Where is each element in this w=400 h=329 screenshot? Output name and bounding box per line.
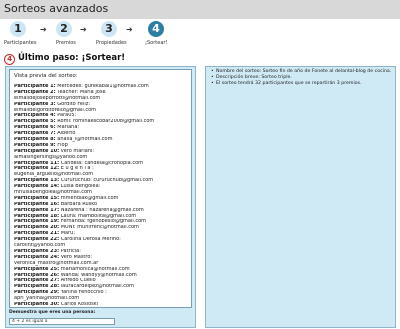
arrow-right-icon: ➔ <box>126 25 133 34</box>
participant-detail: Mercedes: gurekabai1@hotmail.com <box>55 84 149 89</box>
preview-title: Vista previa del sorteo: <box>14 73 78 79</box>
participant-number: Participante 23: <box>14 248 60 254</box>
participant-number: Participante 27: <box>14 278 60 284</box>
participant-detail: elmaildelgorditofeliz@gmail.com <box>14 107 96 113</box>
wizard-steps: 1 Participantes ➔ 2 Premios ➔ 3 Propieda… <box>0 19 400 49</box>
participant-detail: Mariana: <box>55 125 80 131</box>
participant-detail: carolint@yahoo.com <box>14 243 66 249</box>
participant-detail: Teacher: María José <box>55 89 106 95</box>
participant-number: Participante 3: <box>14 101 56 107</box>
page-title: Sorteos avanzados <box>4 2 109 15</box>
step-1-label[interactable]: Participantes <box>4 40 36 46</box>
summary-list: Nombre del sorteo: Sorteo fin de año de … <box>210 69 394 87</box>
arrow-right-icon: ➔ <box>40 25 47 34</box>
participant-number: Participante 15: <box>14 195 60 201</box>
participant-detail: Carlos Kosloski <box>59 301 99 307</box>
right-panel <box>205 66 396 328</box>
participant-number: Participante 26: <box>14 272 60 278</box>
participant-detail: elmaildejoseporrotti@hotmail.com <box>14 95 101 101</box>
participant-detail: Para05: <box>55 113 77 119</box>
participant-number: Participante 9: <box>14 142 56 148</box>
step-4-label: ¡Sortear! <box>145 40 168 46</box>
participant-number: Participante 28: <box>14 284 60 290</box>
participant-detail: Romi: rominaescobar2008@gmail.com <box>55 119 155 125</box>
step-3-circle[interactable]: 3 <box>101 21 117 37</box>
participant-detail: vero mariani: <box>59 148 95 154</box>
participant-number: Participante 30: <box>14 301 60 307</box>
captcha-input[interactable] <box>9 318 115 325</box>
participant-detail: Carolina Derosa Merino: <box>59 237 121 243</box>
participant-detail: mariamonica@hotmail.com <box>59 266 130 272</box>
participant-number: Participante 13: <box>14 178 60 184</box>
participant-number: Participante 5: <box>14 119 56 125</box>
participant-detail: Nazarena : nazarena@gmail.com <box>59 207 144 213</box>
participant-detail: Alberto <box>55 131 76 137</box>
participant-detail: analia_i@hotmail.com <box>55 137 113 143</box>
participant-detail: Vero Mastro: <box>59 254 93 260</box>
page-header: Sorteos avanzados <box>0 0 400 19</box>
participant-detail: almasingersings@yahoo.com <box>14 154 88 160</box>
participant-number: Participante 4: <box>14 113 56 119</box>
step-2-circle[interactable]: 2 <box>56 21 72 37</box>
participant-detail: Fernanda: fgenobesio@gmail.com <box>59 219 147 225</box>
step-3-label[interactable]: Propiedades <box>96 40 127 46</box>
participant-number: Participante 8: <box>14 137 56 143</box>
participant-number: Participante 17: <box>14 207 60 213</box>
participant-number: Participante 7: <box>14 131 56 137</box>
participant-number: Participante 11: <box>14 160 60 166</box>
participant-number: Participante 1: <box>14 84 56 89</box>
participant-detail: Wanda: wandyy@hotmail.com <box>59 272 137 278</box>
participant-list: Participante 1: Mercedes: gurekabai1@hot… <box>14 84 190 307</box>
participant-detail: Laura: mambolita@gmail.com <box>59 213 137 219</box>
participant-detail: Luisa Bengolea: <box>59 184 101 190</box>
participant-detail: Alfredo Cuello <box>59 278 96 284</box>
participant-number: Participante 24: <box>14 254 60 260</box>
summary-item: El sorteo tendrá 32 participantes que se… <box>210 81 394 87</box>
participant-detail: lauracardelpez@hotmail.com <box>59 284 134 290</box>
participant-number: Participante 29: <box>14 290 60 296</box>
participant-number: Participante 21: <box>14 231 60 237</box>
participant-detail: mrluisabengolea@hotmail.com <box>14 190 92 196</box>
participant-detail: apri_yanina@hotmail.com <box>14 296 80 302</box>
participant-detail: Yanina Fenocchio : <box>59 290 107 296</box>
participant-detail: Flop <box>55 142 68 148</box>
participant-number: Participante 6: <box>14 125 56 131</box>
preview-box[interactable]: Vista previa del sorteo: Participante 1:… <box>9 69 192 308</box>
participant-number: Participante 12: <box>14 166 60 172</box>
participant-number: Participante 22: <box>14 237 60 243</box>
participant-detail: MUNI: munirrenc@hotmail.com <box>59 225 139 231</box>
participant-detail: E u g e n i a : <box>59 166 94 172</box>
participant-number: Participante 10: <box>14 148 60 154</box>
arrow-right-icon: ➔ <box>80 25 87 34</box>
participant-detail: Gordito Feliz: <box>55 101 91 107</box>
step-number-badge: 4 <box>4 54 15 65</box>
participant-detail: veronica_mastro@hotmail.com.ar <box>14 260 99 266</box>
participant-detail: Patricia: <box>59 248 81 254</box>
step-2-label[interactable]: Premios <box>56 40 76 46</box>
participant-number: Participante 19: <box>14 219 60 225</box>
participant-number: Participante 18: <box>14 213 60 219</box>
participant-detail: Candela: candela@cronopia.com <box>59 160 144 166</box>
captcha-label: Demuestra que eres una persona: <box>9 310 96 315</box>
participant-detail: Cururuchub: cururuchub@gmail.com <box>59 178 154 184</box>
final-step-title: Último paso: ¡Sortear! <box>18 53 126 63</box>
participant-detail: Maru: <box>59 231 76 237</box>
step-4-circle: 4 <box>148 21 164 37</box>
participant-number: Participante 16: <box>14 201 60 207</box>
participant-number: Participante 25: <box>14 266 60 272</box>
participant-detail: mmendiak@gmail.com <box>59 195 119 201</box>
participant-detail: Bárbara Rusko <box>59 201 98 207</box>
participant-detail: eugenia_arguello@hotmail.com <box>14 172 94 178</box>
participant-number: Participante 14: <box>14 184 60 190</box>
participant-number: Participante 2: <box>14 89 56 95</box>
participant-number: Participante 20: <box>14 225 60 231</box>
step-1-circle[interactable]: 1 <box>10 21 26 37</box>
